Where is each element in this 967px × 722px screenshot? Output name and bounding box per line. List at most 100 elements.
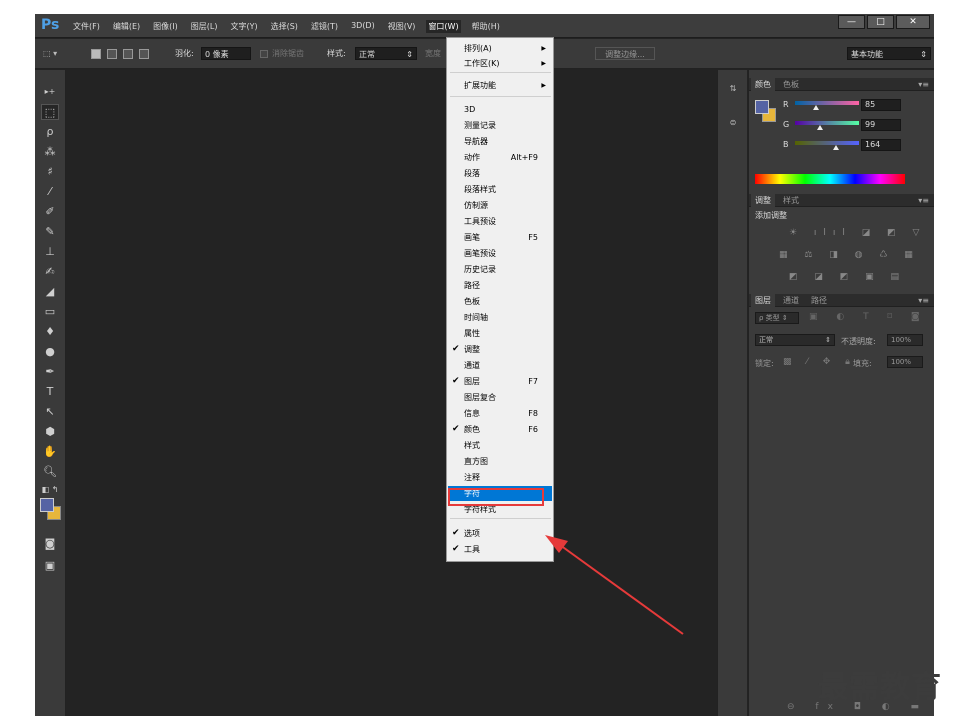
stamp-tool-icon[interactable]: ⊥ xyxy=(41,244,59,260)
r-value[interactable]: 85 xyxy=(861,99,901,111)
menu-item[interactable]: 注释 xyxy=(448,470,552,485)
eyedropper-tool-icon[interactable]: ⁄ xyxy=(41,184,59,200)
style-select[interactable]: 正常 ⇕ xyxy=(355,47,417,60)
tab-styles[interactable]: 样式 xyxy=(779,194,803,207)
menu-item[interactable]: 工具预设 xyxy=(448,214,552,229)
menu-item[interactable]: ✔ 调整 xyxy=(448,342,552,357)
panel-menu-icon[interactable]: ▾≡ xyxy=(914,78,933,91)
menu-item[interactable]: 历史记录 xyxy=(448,262,552,277)
menu-item[interactable]: 画笔 F5 xyxy=(448,230,552,245)
menu-item[interactable]: 导航器 xyxy=(448,134,552,149)
menu-item[interactable]: 段落 xyxy=(448,166,552,181)
opacity-input[interactable]: 100% xyxy=(887,334,923,346)
new-selection-icon[interactable] xyxy=(91,49,101,59)
hand-tool-icon[interactable]: ✋ xyxy=(41,444,59,460)
healing-brush-tool-icon[interactable]: ✐ xyxy=(41,204,59,220)
menu-select[interactable]: 选择(S) xyxy=(269,20,300,33)
document-canvas[interactable] xyxy=(67,70,717,716)
menu-item[interactable]: 扩展功能 ▶ xyxy=(448,78,552,93)
menu-item[interactable]: 段落样式 xyxy=(448,182,552,197)
brush-tool-icon[interactable]: ✎ xyxy=(41,224,59,240)
subtract-selection-icon[interactable] xyxy=(123,49,133,59)
menu-image[interactable]: 图像(I) xyxy=(151,20,180,33)
blend-mode-select[interactable]: 正常 ⇕ xyxy=(755,334,835,346)
lock-icons[interactable]: ▩ ⁄ ✥ 🔒︎ xyxy=(783,357,856,367)
lasso-tool-icon[interactable]: ρ xyxy=(41,124,59,140)
menu-item[interactable]: ✔ 选项 xyxy=(448,526,552,541)
tab-layers[interactable]: 图层 xyxy=(751,294,775,307)
dodge-tool-icon[interactable]: ● xyxy=(41,344,59,360)
properties-panel-icon[interactable]: ⊜ xyxy=(726,118,740,132)
menu-item[interactable]: 样式 xyxy=(448,438,552,453)
marquee-tool-icon[interactable]: ⬚ xyxy=(41,104,59,120)
close-button[interactable]: ✕ xyxy=(896,15,930,29)
menu-item[interactable]: ✔ 工具 xyxy=(448,542,552,557)
adjustment-icons-row-1[interactable]: ☀ ılıl ◪ ◩ ▽ xyxy=(789,228,926,238)
slider-thumb[interactable] xyxy=(813,105,820,110)
history-panel-icon[interactable]: ⇅ xyxy=(726,84,740,98)
menu-filter[interactable]: 滤镜(T) xyxy=(309,20,340,33)
menu-item[interactable]: 图层复合 xyxy=(448,390,552,405)
minimize-button[interactable]: — xyxy=(838,15,865,29)
panel-menu-icon[interactable]: ▾≡ xyxy=(914,194,933,207)
gradient-tool-icon[interactable]: ▭ xyxy=(41,304,59,320)
layer-filter-select[interactable]: ρ 类型 ⇕ xyxy=(755,312,799,324)
menu-view[interactable]: 视图(V) xyxy=(386,20,418,33)
pen-tool-icon[interactable]: ✒ xyxy=(41,364,59,380)
menu-item[interactable]: 画笔预设 xyxy=(448,246,552,261)
tab-swatches[interactable]: 色板 xyxy=(779,78,803,91)
zoom-tool-icon[interactable]: 🔍︎ xyxy=(41,464,59,480)
blur-tool-icon[interactable]: ♦ xyxy=(41,324,59,340)
menu-item[interactable]: 测量记录 xyxy=(448,118,552,133)
menu-item[interactable]: ✔ 颜色 F6 xyxy=(448,422,552,437)
menu-item[interactable]: 工作区(K) ▶ xyxy=(448,56,552,71)
menu-layer[interactable]: 图层(L) xyxy=(189,20,220,33)
quick-mask-icon[interactable]: ◙ xyxy=(41,536,59,552)
panel-menu-icon[interactable]: ▾≡ xyxy=(914,294,933,307)
r-slider[interactable] xyxy=(795,101,859,110)
menu-item[interactable]: 属性 xyxy=(448,326,552,341)
menu-item[interactable]: 信息 F8 xyxy=(448,406,552,421)
swap-colors-icon[interactable]: ◧ ↰ xyxy=(41,482,59,498)
menu-item[interactable]: 时间轴 xyxy=(448,310,552,325)
adjustment-icons-row-2[interactable]: ▦ ⚖ ◨ ◍ ♺ ▦ xyxy=(779,250,920,260)
add-selection-icon[interactable] xyxy=(107,49,117,59)
magic-wand-tool-icon[interactable]: ⁂ xyxy=(41,144,59,160)
foreground-color-swatch[interactable] xyxy=(40,498,54,512)
menu-3d[interactable]: 3D(D) xyxy=(349,20,377,33)
menu-item[interactable]: 3D xyxy=(448,102,552,117)
menu-item[interactable]: 直方图 xyxy=(448,454,552,469)
path-selection-tool-icon[interactable]: ↖ xyxy=(41,404,59,420)
shape-tool-icon[interactable]: ⬢ xyxy=(41,424,59,440)
color-spectrum[interactable] xyxy=(755,174,905,184)
adjustment-icons-row-3[interactable]: ◩ ◪ ◩ ▣ ▤ xyxy=(789,272,906,282)
tab-paths[interactable]: 路径 xyxy=(807,294,831,307)
color-fg-swatch[interactable] xyxy=(755,100,769,114)
screen-mode-icon[interactable]: ▣ xyxy=(41,558,59,574)
menu-item[interactable]: 通道 xyxy=(448,358,552,373)
tab-adjustments[interactable]: 调整 xyxy=(751,194,775,207)
slider-thumb[interactable] xyxy=(833,145,840,150)
menu-item[interactable]: 路径 xyxy=(448,278,552,293)
marquee-preset-icon[interactable]: ⬚ ▾ xyxy=(43,47,57,60)
type-tool-icon[interactable]: T xyxy=(41,384,59,400)
refine-edge-button[interactable]: 调整边缘... xyxy=(595,47,655,60)
b-value[interactable]: 164 xyxy=(861,139,901,151)
menu-edit[interactable]: 编辑(E) xyxy=(111,20,142,33)
menu-window[interactable]: 窗口(W) xyxy=(426,20,461,33)
menu-item[interactable]: 动作 Alt+F9 xyxy=(448,150,552,165)
workspace-select[interactable]: 基本功能 ⇕ xyxy=(847,47,931,60)
move-tool-icon[interactable]: ▸+ xyxy=(41,84,59,100)
intersect-selection-icon[interactable] xyxy=(139,49,149,59)
antialias-checkbox[interactable] xyxy=(260,50,268,58)
fill-input[interactable]: 100% xyxy=(887,356,923,368)
menu-item[interactable]: 色板 xyxy=(448,294,552,309)
feather-input[interactable]: 0 像素 xyxy=(201,47,251,60)
crop-tool-icon[interactable]: ♯ xyxy=(41,164,59,180)
tab-channels[interactable]: 通道 xyxy=(779,294,803,307)
eraser-tool-icon[interactable]: ◢ xyxy=(41,284,59,300)
g-slider[interactable] xyxy=(795,121,859,130)
menu-help[interactable]: 帮助(H) xyxy=(470,20,502,33)
menu-file[interactable]: 文件(F) xyxy=(71,20,102,33)
menu-item[interactable]: ✔ 图层 F7 xyxy=(448,374,552,389)
